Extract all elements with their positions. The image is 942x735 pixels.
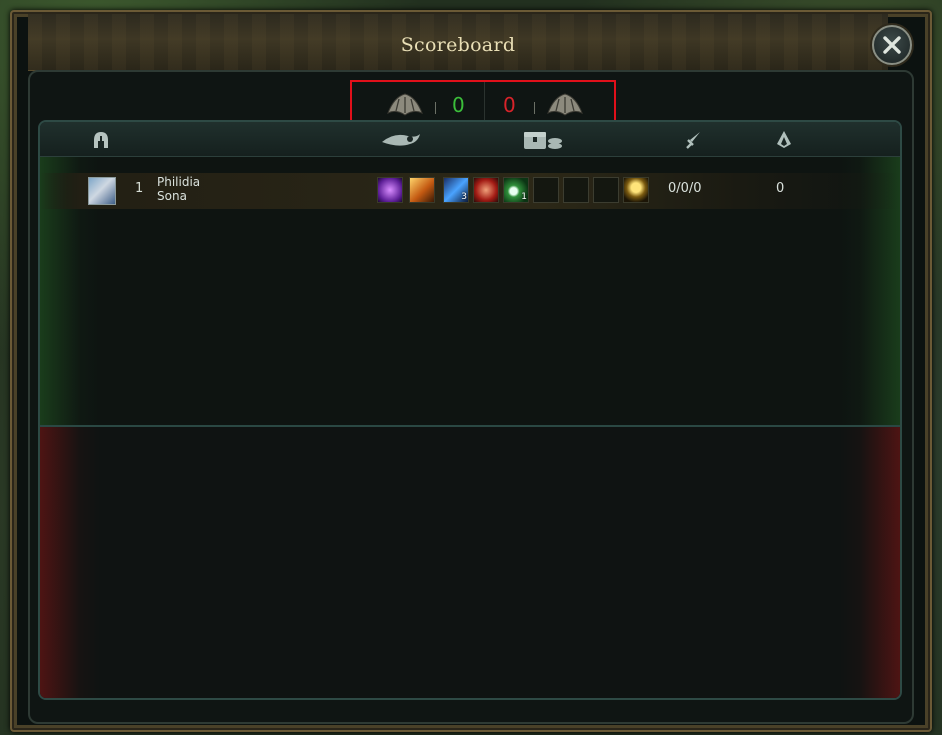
close-icon <box>883 36 901 54</box>
trinket-icon[interactable] <box>623 177 649 203</box>
red-team-section <box>40 427 900 698</box>
close-button[interactable] <box>872 25 912 65</box>
cs-value: 0 <box>776 181 785 196</box>
helmet-icon <box>92 130 110 154</box>
green-ward-item-icon[interactable]: 1 <box>503 177 529 203</box>
red-kills-value: 0 <box>503 93 516 117</box>
empty-slot-icon[interactable] <box>563 177 589 203</box>
player-row[interactable]: 1 Philidia Sona 3 1 0/0/0 0 <box>40 173 900 209</box>
summoner-spell-icon <box>380 130 422 154</box>
champion-portrait[interactable] <box>88 177 116 205</box>
scoreboard-panel: 0 0 1 Philidia Sona 3 1 0/0/0 0 <box>28 70 914 724</box>
kda-sword-icon <box>684 130 702 154</box>
summoner-name: Philidia <box>157 175 201 189</box>
separator <box>534 102 535 114</box>
scoreboard-table: 1 Philidia Sona 3 1 0/0/0 0 <box>38 120 902 700</box>
empty-slot-icon[interactable] <box>533 177 559 203</box>
table-header <box>40 122 900 157</box>
champion-level: 1 <box>135 181 144 196</box>
blue-kills-value: 0 <box>452 93 465 117</box>
minion-icon <box>774 130 794 154</box>
red-potion-item-icon[interactable] <box>473 177 499 203</box>
blue-potion-item-icon[interactable]: 3 <box>443 177 469 203</box>
champion-name: Sona <box>157 189 187 203</box>
kda-value: 0/0/0 <box>668 181 702 196</box>
separator <box>435 102 436 114</box>
blue-team-section: 1 Philidia Sona 3 1 0/0/0 0 <box>40 157 900 425</box>
orange-flame-item-icon[interactable] <box>409 177 435 203</box>
purple-orb-item-icon[interactable] <box>377 177 403 203</box>
empty-slot-icon[interactable] <box>593 177 619 203</box>
title-bar: Scoreboard <box>28 14 888 71</box>
scoreboard-window: Scoreboard 0 0 1 Philidia Sona 3 1 0/0/0… <box>10 10 932 732</box>
items-gold-icon <box>522 130 564 156</box>
window-title: Scoreboard <box>400 34 516 56</box>
